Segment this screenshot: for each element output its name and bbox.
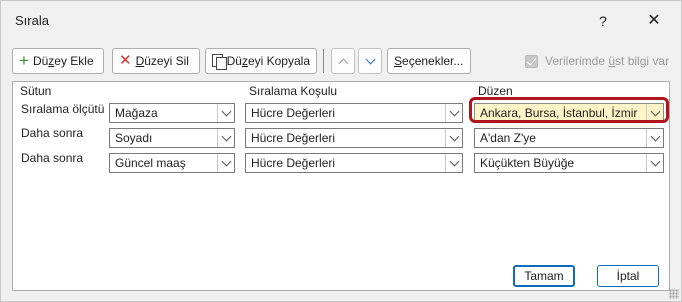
copy-icon: [212, 54, 227, 70]
sort-on-select[interactable]: Hücre Değerleri: [245, 128, 463, 148]
close-button[interactable]: ✕: [639, 10, 669, 32]
chevron-down-icon[interactable]: [217, 154, 234, 172]
chevron-down-icon[interactable]: [445, 129, 462, 147]
row-label: Daha sonra: [21, 151, 84, 165]
add-level-button[interactable]: + Düzey Ekle: [12, 48, 104, 74]
ok-button[interactable]: Tamam: [513, 265, 575, 287]
sort-on-select[interactable]: Hücre Değerleri: [245, 153, 463, 173]
chevron-down-icon[interactable]: [646, 154, 663, 172]
chevron-down-icon[interactable]: [445, 154, 462, 172]
dialog-title: Sırala: [15, 13, 49, 28]
move-down-button[interactable]: [358, 48, 382, 74]
chevron-down-icon[interactable]: [217, 104, 234, 122]
delete-level-button[interactable]: ✕ Düzeyi Sil: [112, 48, 200, 74]
toolbar-separator: [323, 49, 324, 73]
column-select[interactable]: Soyadı: [109, 128, 235, 148]
delete-icon: ✕: [119, 52, 132, 69]
column-header-sort-on: Sıralama Koşulu: [249, 84, 338, 98]
column-select[interactable]: Güncel maaş: [109, 153, 235, 173]
help-button[interactable]: ?: [591, 10, 615, 32]
row-label: Daha sonra: [21, 126, 84, 140]
column-select[interactable]: Mağaza: [109, 103, 235, 123]
chevron-down-icon[interactable]: [445, 104, 462, 122]
title-bar: Sırala ? ✕: [1, 1, 681, 41]
column-header-order: Düzen: [478, 84, 513, 98]
resize-grip-icon[interactable]: [669, 289, 679, 299]
sort-on-select[interactable]: Hücre Değerleri: [245, 103, 463, 123]
row-label: Sıralama ölçütü: [21, 102, 105, 116]
plus-icon: +: [19, 51, 29, 70]
copy-level-button[interactable]: Düzeyi Kopyala: [205, 48, 317, 74]
chevron-down-icon[interactable]: [646, 129, 663, 147]
chevron-down-icon: [365, 54, 375, 64]
highlight-annotation: [469, 97, 669, 123]
chevron-up-icon: [338, 58, 348, 68]
options-button[interactable]: Seçenekler...: [387, 48, 471, 74]
sort-dialog: Sırala ? ✕ + Düzey Ekle ✕ Düzeyi Sil Düz…: [0, 0, 682, 302]
my-data-has-headers-checkbox[interactable]: Verilerimde üst bilgi var: [525, 54, 669, 68]
cancel-button[interactable]: İptal: [597, 265, 659, 287]
move-up-button[interactable]: [331, 48, 355, 74]
order-select[interactable]: A'dan Z'ye: [474, 128, 664, 148]
sort-levels-panel: Sütun Sıralama Koşulu Düzen Sıralama ölç…: [12, 81, 670, 291]
order-select[interactable]: Küçükten Büyüğe: [474, 153, 664, 173]
chevron-down-icon[interactable]: [217, 129, 234, 147]
column-header-column: Sütun: [20, 84, 52, 98]
checkbox-checked-icon[interactable]: [525, 54, 538, 68]
